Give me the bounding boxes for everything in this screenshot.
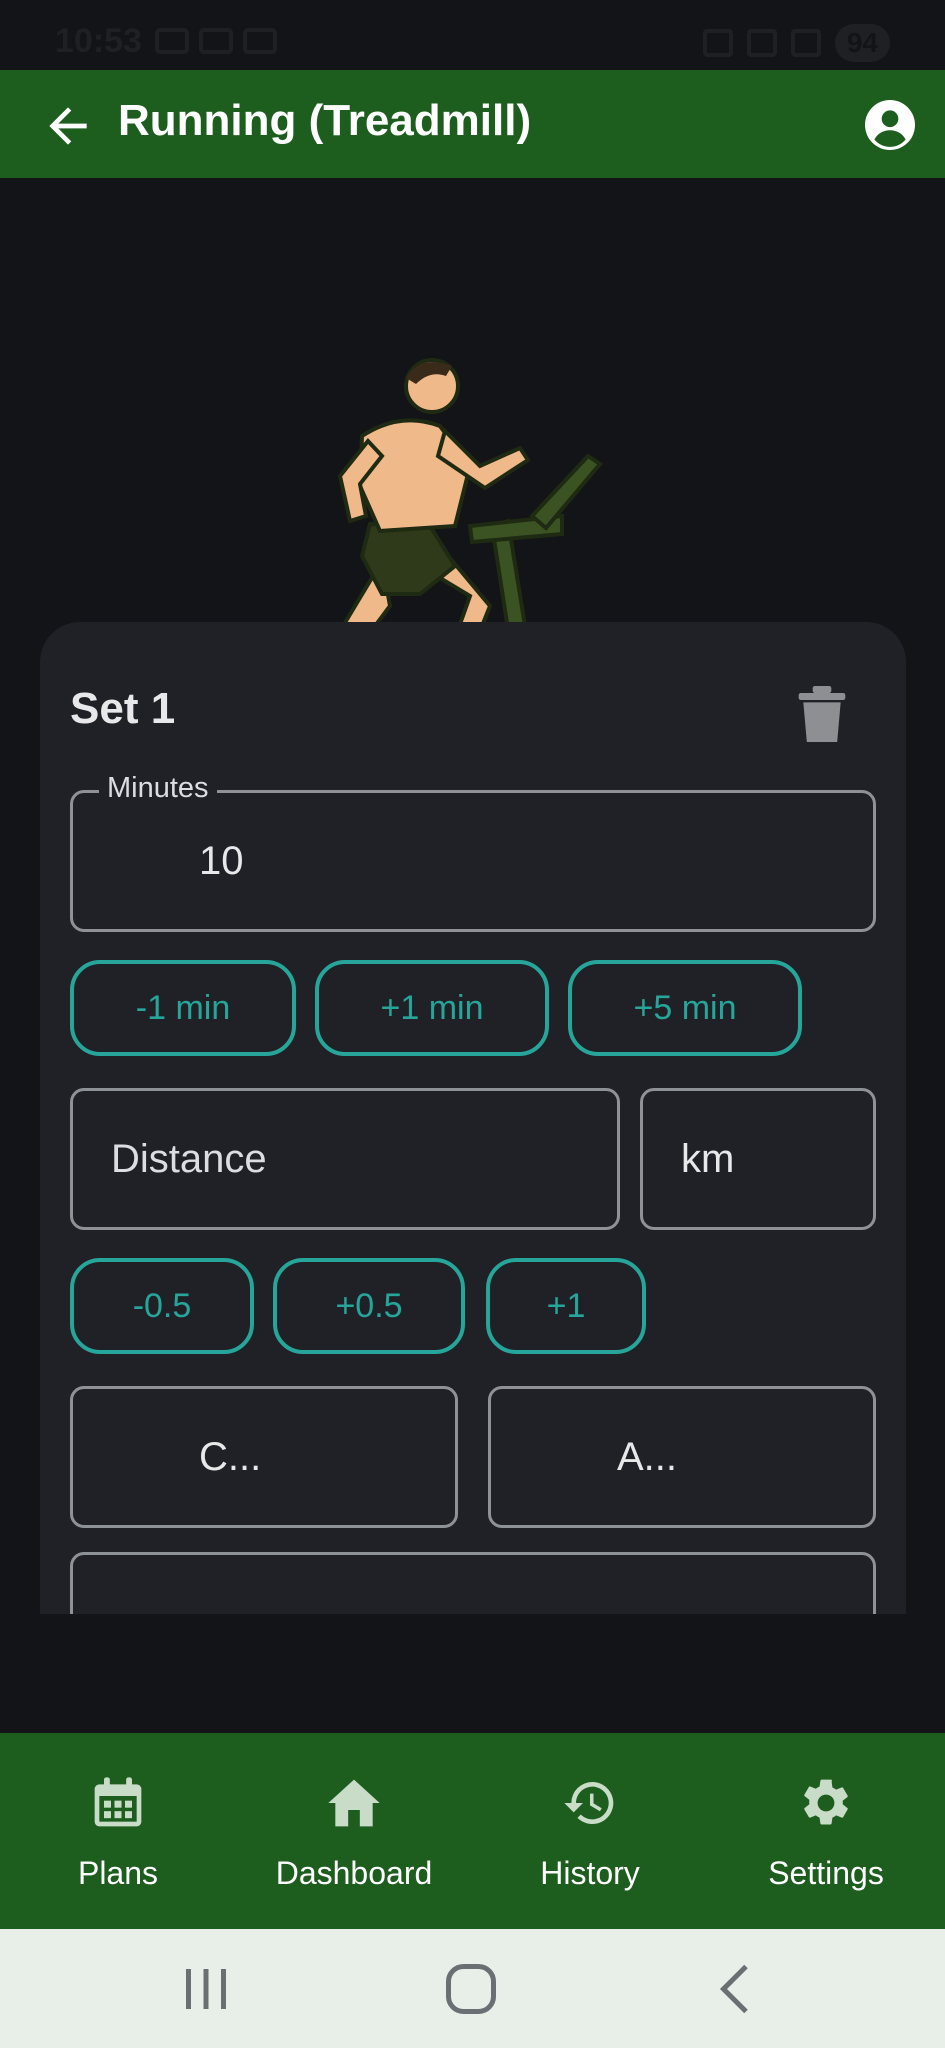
c-field-value: C... bbox=[199, 1434, 262, 1479]
plus-1-min-button[interactable]: +1 min bbox=[315, 960, 549, 1056]
status-system-icons: 94 bbox=[702, 24, 890, 62]
plus-5-min-button[interactable]: +5 min bbox=[568, 960, 802, 1056]
calendar-notification-icon bbox=[199, 28, 233, 54]
nav-item-dashboard[interactable]: Dashboard bbox=[236, 1733, 472, 1929]
set-title: Set 1 bbox=[70, 684, 176, 733]
minus-1-min-button[interactable]: -1 min bbox=[70, 960, 296, 1056]
status-bar: 10:53 94 bbox=[0, 0, 945, 70]
home-icon bbox=[328, 1779, 380, 1827]
mute-icon bbox=[702, 29, 733, 57]
trash-icon[interactable] bbox=[798, 686, 846, 742]
back-arrow-icon[interactable] bbox=[40, 98, 96, 154]
app-bar: Running (Treadmill) bbox=[0, 70, 945, 178]
minutes-field[interactable]: Minutes 10 bbox=[70, 772, 876, 932]
exercise-content[interactable]: Set 1 Minutes 10 -1 min +1 min +5 min Di… bbox=[0, 178, 945, 1614]
nav-label-plans: Plans bbox=[77, 1855, 159, 1891]
nav-item-history[interactable]: History bbox=[472, 1733, 708, 1929]
minutes-value: 10 bbox=[199, 838, 244, 883]
account-circle-icon[interactable] bbox=[865, 100, 915, 150]
wifi-icon bbox=[746, 29, 777, 57]
back-icon[interactable] bbox=[706, 1959, 766, 2019]
nav-label-history: History bbox=[540, 1855, 640, 1891]
nav-item-settings[interactable]: Settings bbox=[708, 1733, 944, 1929]
c-field[interactable]: C... bbox=[70, 1386, 458, 1528]
nav-label-dashboard: Dashboard bbox=[275, 1855, 433, 1891]
a-field-value: A... bbox=[617, 1434, 678, 1479]
gear-icon bbox=[804, 1779, 848, 1825]
recent-apps-icon[interactable] bbox=[176, 1959, 236, 2019]
screenshot-icon bbox=[155, 28, 189, 54]
incline-field[interactable] bbox=[70, 1552, 876, 1614]
signal-icon bbox=[790, 29, 821, 57]
set-card: Set 1 Minutes 10 -1 min +1 min +5 min Di… bbox=[40, 622, 906, 1614]
distance-unit-field[interactable]: km bbox=[640, 1088, 876, 1230]
a-field[interactable]: A... bbox=[488, 1386, 876, 1528]
home-button-icon[interactable] bbox=[441, 1959, 501, 2019]
bottom-navigation: Plans Dashboard History Settings bbox=[0, 1733, 945, 1929]
calendar-icon bbox=[94, 1777, 142, 1827]
plus-0-5-button[interactable]: +0.5 bbox=[273, 1258, 465, 1354]
youtube-icon bbox=[243, 28, 277, 54]
status-time: 10:53 bbox=[55, 22, 142, 60]
distance-field[interactable]: Distance bbox=[70, 1088, 620, 1230]
status-notification-icons bbox=[155, 28, 277, 54]
nav-item-plans[interactable]: Plans bbox=[0, 1733, 236, 1929]
plus-1-button[interactable]: +1 bbox=[486, 1258, 646, 1354]
system-navigation-bar bbox=[0, 1929, 945, 2048]
battery-indicator: 94 bbox=[834, 24, 890, 62]
minus-0-5-button[interactable]: -0.5 bbox=[70, 1258, 254, 1354]
page-title: Running (Treadmill) bbox=[118, 96, 532, 145]
history-icon bbox=[564, 1782, 614, 1824]
distance-placeholder: Distance bbox=[111, 1136, 267, 1181]
nav-label-settings: Settings bbox=[768, 1855, 884, 1891]
distance-unit-value: km bbox=[681, 1136, 735, 1181]
